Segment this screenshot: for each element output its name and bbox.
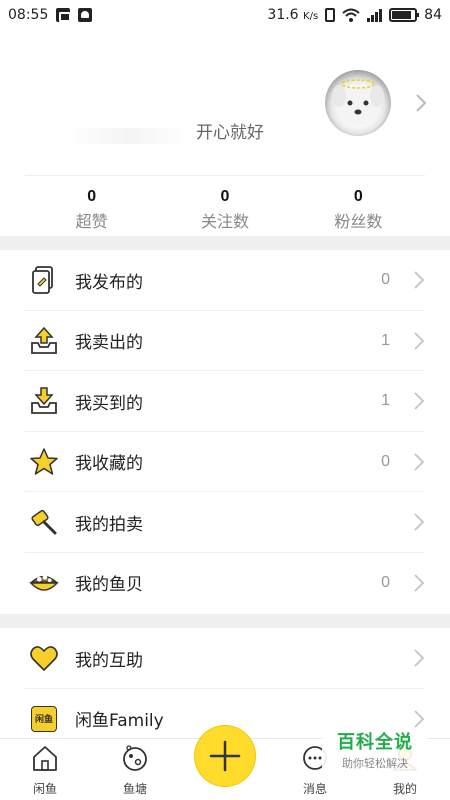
auction-hammer-icon (29, 507, 59, 537)
stat-value: 0 (220, 188, 230, 205)
wifi-icon (342, 8, 360, 22)
tab-home[interactable]: 闲鱼 (0, 739, 90, 800)
family-badge-text: 闲鱼 (31, 705, 57, 732)
watermark: 百科全说 助你轻松解决 (322, 728, 428, 772)
shell-icon (29, 568, 59, 598)
menu-item-label: 我发布的 (75, 272, 143, 293)
watermark-subtitle: 助你轻松解决 (342, 757, 408, 770)
tab-pond[interactable]: 鱼塘 (90, 739, 180, 800)
stat-following[interactable]: 0 关注数 (158, 176, 291, 236)
heart-icon (29, 643, 59, 673)
chevron-right-icon (414, 574, 425, 592)
stat-likes[interactable]: 0 超赞 (25, 176, 158, 236)
menu-item-label: 我的鱼贝 (75, 575, 143, 596)
profile-header[interactable]: 开心就好 (0, 30, 450, 175)
network-speed-unit: K/s (303, 11, 319, 22)
section-divider (0, 614, 450, 628)
chevron-right-icon[interactable] (412, 92, 430, 114)
network-speed: 31.6 K/s (267, 7, 318, 23)
stat-label: 超赞 (75, 212, 108, 231)
menu-item-count: 0 (381, 573, 390, 591)
tab-label: 消息 (302, 782, 327, 796)
plus-icon (209, 740, 241, 772)
publish-button[interactable] (195, 726, 255, 786)
chevron-right-icon (414, 392, 425, 410)
menu-item-label: 我收藏的 (75, 454, 143, 475)
battery-level: 84 (424, 7, 442, 23)
profile-signature: 开心就好 (196, 123, 264, 143)
tab-label: 闲鱼 (32, 782, 57, 796)
network-speed-value: 31.6 (267, 7, 299, 23)
dog-photo-icon (332, 79, 384, 126)
sold-box-icon (29, 326, 59, 356)
chevron-right-icon (414, 513, 425, 531)
menu-item-label: 我的拍卖 (75, 514, 143, 535)
menu-item-sold[interactable]: 我卖出的 1 (0, 311, 450, 371)
nickname-blurred (62, 128, 192, 144)
chevron-right-icon (414, 649, 425, 667)
menu-item-count: 0 (381, 271, 390, 289)
stat-value: 0 (87, 188, 97, 205)
chevron-right-icon (414, 710, 425, 728)
vibrate-icon (325, 8, 336, 22)
battery-icon (389, 8, 420, 22)
menu-item-mutual-help[interactable]: 我的互助 (0, 628, 450, 689)
menu-item-count: 1 (381, 392, 390, 410)
menu-item-count: 0 (381, 452, 390, 470)
stat-label: 粉丝数 (334, 212, 383, 231)
menu-item-fish-shells[interactable]: 我的鱼贝 0 (0, 553, 450, 614)
pond-icon (123, 745, 147, 771)
home-icon (33, 746, 57, 771)
chevron-right-icon (414, 271, 425, 289)
menu-item-label: 我买到的 (75, 393, 143, 414)
cast-icon (56, 8, 72, 22)
menu-item-label: 我的互助 (75, 650, 143, 671)
watermark-title: 百科全说 (337, 732, 413, 753)
menu-item-favorites[interactable]: 我收藏的 0 (0, 432, 450, 492)
section-divider (0, 236, 450, 250)
star-icon (29, 447, 59, 477)
menu-item-auction[interactable]: 我的拍卖 (0, 492, 450, 553)
menu-item-published[interactable]: 我发布的 0 (0, 250, 450, 311)
family-badge-icon: 闲鱼 (29, 704, 59, 734)
menu-item-count: 1 (381, 331, 390, 349)
avatar[interactable] (325, 70, 391, 136)
stats-row: 0 超赞 0 关注数 0 粉丝数 (25, 175, 425, 236)
tab-label: 我的 (392, 782, 417, 796)
stat-value: 0 (353, 188, 363, 205)
tab-label: 鱼塘 (122, 782, 147, 796)
notification-icon (78, 8, 93, 22)
status-time: 08:55 (8, 7, 49, 23)
menu-item-label: 我卖出的 (75, 333, 143, 354)
menu-group-trading: 我发布的 0 我卖出的 1 我买到的 1 我收藏的 0 我的拍卖 我的鱼贝 0 (0, 250, 450, 613)
stat-label: 关注数 (200, 212, 249, 231)
chevron-right-icon (414, 453, 425, 471)
document-icon (29, 265, 59, 295)
stat-followers[interactable]: 0 粉丝数 (292, 176, 425, 236)
bought-box-icon (29, 386, 59, 416)
signal-icon (367, 8, 383, 22)
menu-item-label: 闲鱼Family (75, 711, 164, 732)
status-bar: 08:55 31.6 K/s 84 (0, 0, 450, 30)
menu-item-bought[interactable]: 我买到的 1 (0, 371, 450, 432)
chevron-right-icon (414, 332, 425, 350)
